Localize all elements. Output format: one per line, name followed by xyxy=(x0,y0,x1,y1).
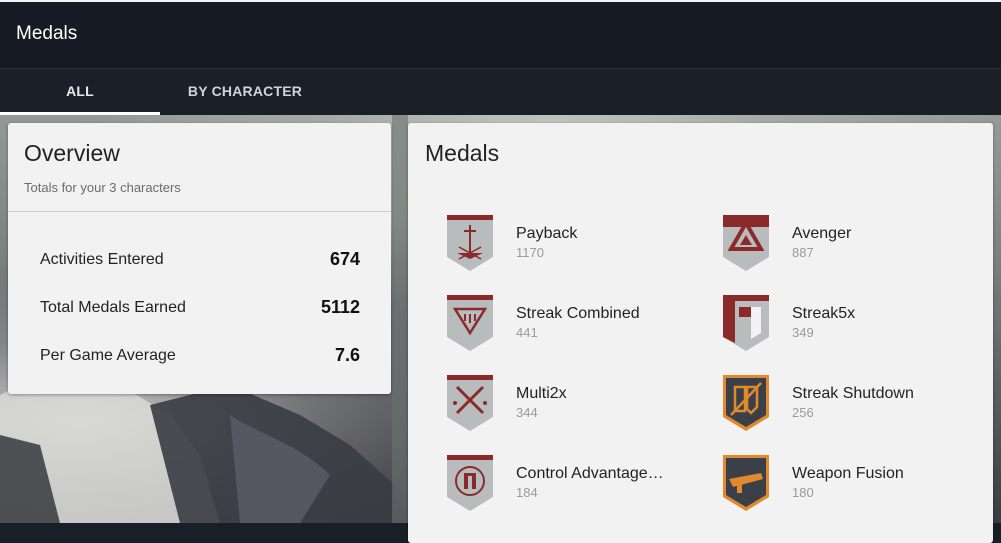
medals-heading: Medals xyxy=(425,140,500,166)
medal-count: 441 xyxy=(516,325,538,340)
stat-value: 7.6 xyxy=(334,345,360,365)
overview-card: Overview Totals for your 3 characters Ac… xyxy=(8,123,391,394)
medal-name: Avenger xyxy=(792,225,852,242)
payback-medal-icon xyxy=(447,215,493,271)
stat-label: Total Medals Earned xyxy=(40,299,186,316)
control-advantage-medal-icon xyxy=(447,455,493,511)
tab-by-character[interactable]: BY CHARACTER xyxy=(160,69,330,115)
medal-name: Streak5x xyxy=(792,305,856,322)
stat-row-activities: Activities Entered 674 xyxy=(40,249,360,273)
stat-row-per-game-average: Per Game Average 7.6 xyxy=(40,345,360,369)
medal-payback[interactable]: Payback 1170 xyxy=(445,213,705,275)
medal-name: Weapon Fusion xyxy=(792,465,904,482)
avenger-medal-icon xyxy=(723,215,769,271)
medal-weapon-fusion[interactable]: Weapon Fusion 180 xyxy=(721,453,981,515)
page-title: Medals xyxy=(16,23,78,44)
medal-count: 256 xyxy=(792,405,814,420)
medal-count: 349 xyxy=(792,325,814,340)
medals-card: Medals Payback 1170 Avenger 887 Streak C… xyxy=(408,123,993,543)
medal-count: 1170 xyxy=(516,245,544,260)
stat-row-total-medals: Total Medals Earned 5112 xyxy=(40,297,360,321)
stat-label: Activities Entered xyxy=(40,251,164,268)
medal-streak-shutdown[interactable]: Streak Shutdown 256 xyxy=(721,373,981,435)
medal-control-advantage[interactable]: Control Advantage… 184 xyxy=(445,453,705,515)
stat-label: Per Game Average xyxy=(40,347,176,364)
medal-count: 184 xyxy=(516,485,538,500)
streak5x-medal-icon xyxy=(723,295,769,351)
app-header: Medals xyxy=(0,0,1001,68)
medal-multi2x[interactable]: Multi2x 344 xyxy=(445,373,705,435)
tab-bar: ALL BY CHARACTER xyxy=(0,68,1001,115)
medal-streak5x[interactable]: Streak5x 349 xyxy=(721,293,981,355)
medal-count: 887 xyxy=(792,245,814,260)
medal-name: Payback xyxy=(516,225,578,242)
medal-name: Streak Combined xyxy=(516,305,640,322)
medal-name: Multi2x xyxy=(516,385,567,402)
medal-avenger[interactable]: Avenger 887 xyxy=(721,213,981,275)
medal-name: Streak Shutdown xyxy=(792,385,914,402)
medal-count: 344 xyxy=(516,405,538,420)
multi2x-medal-icon xyxy=(447,375,493,431)
medal-name: Control Advantage… xyxy=(516,465,664,482)
streak-shutdown-medal-icon xyxy=(723,375,769,431)
tab-all[interactable]: ALL xyxy=(0,69,160,115)
medal-streak-combined[interactable]: Streak Combined 441 xyxy=(445,293,705,355)
streak-combined-medal-icon xyxy=(447,295,493,351)
weapon-fusion-medal-icon xyxy=(723,455,769,511)
overview-divider xyxy=(8,211,391,212)
overview-heading: Overview xyxy=(24,140,120,166)
overview-subtitle: Totals for your 3 characters xyxy=(24,180,181,195)
stat-value: 5112 xyxy=(320,297,360,317)
medal-count: 180 xyxy=(792,485,814,500)
stat-value: 674 xyxy=(329,249,360,269)
